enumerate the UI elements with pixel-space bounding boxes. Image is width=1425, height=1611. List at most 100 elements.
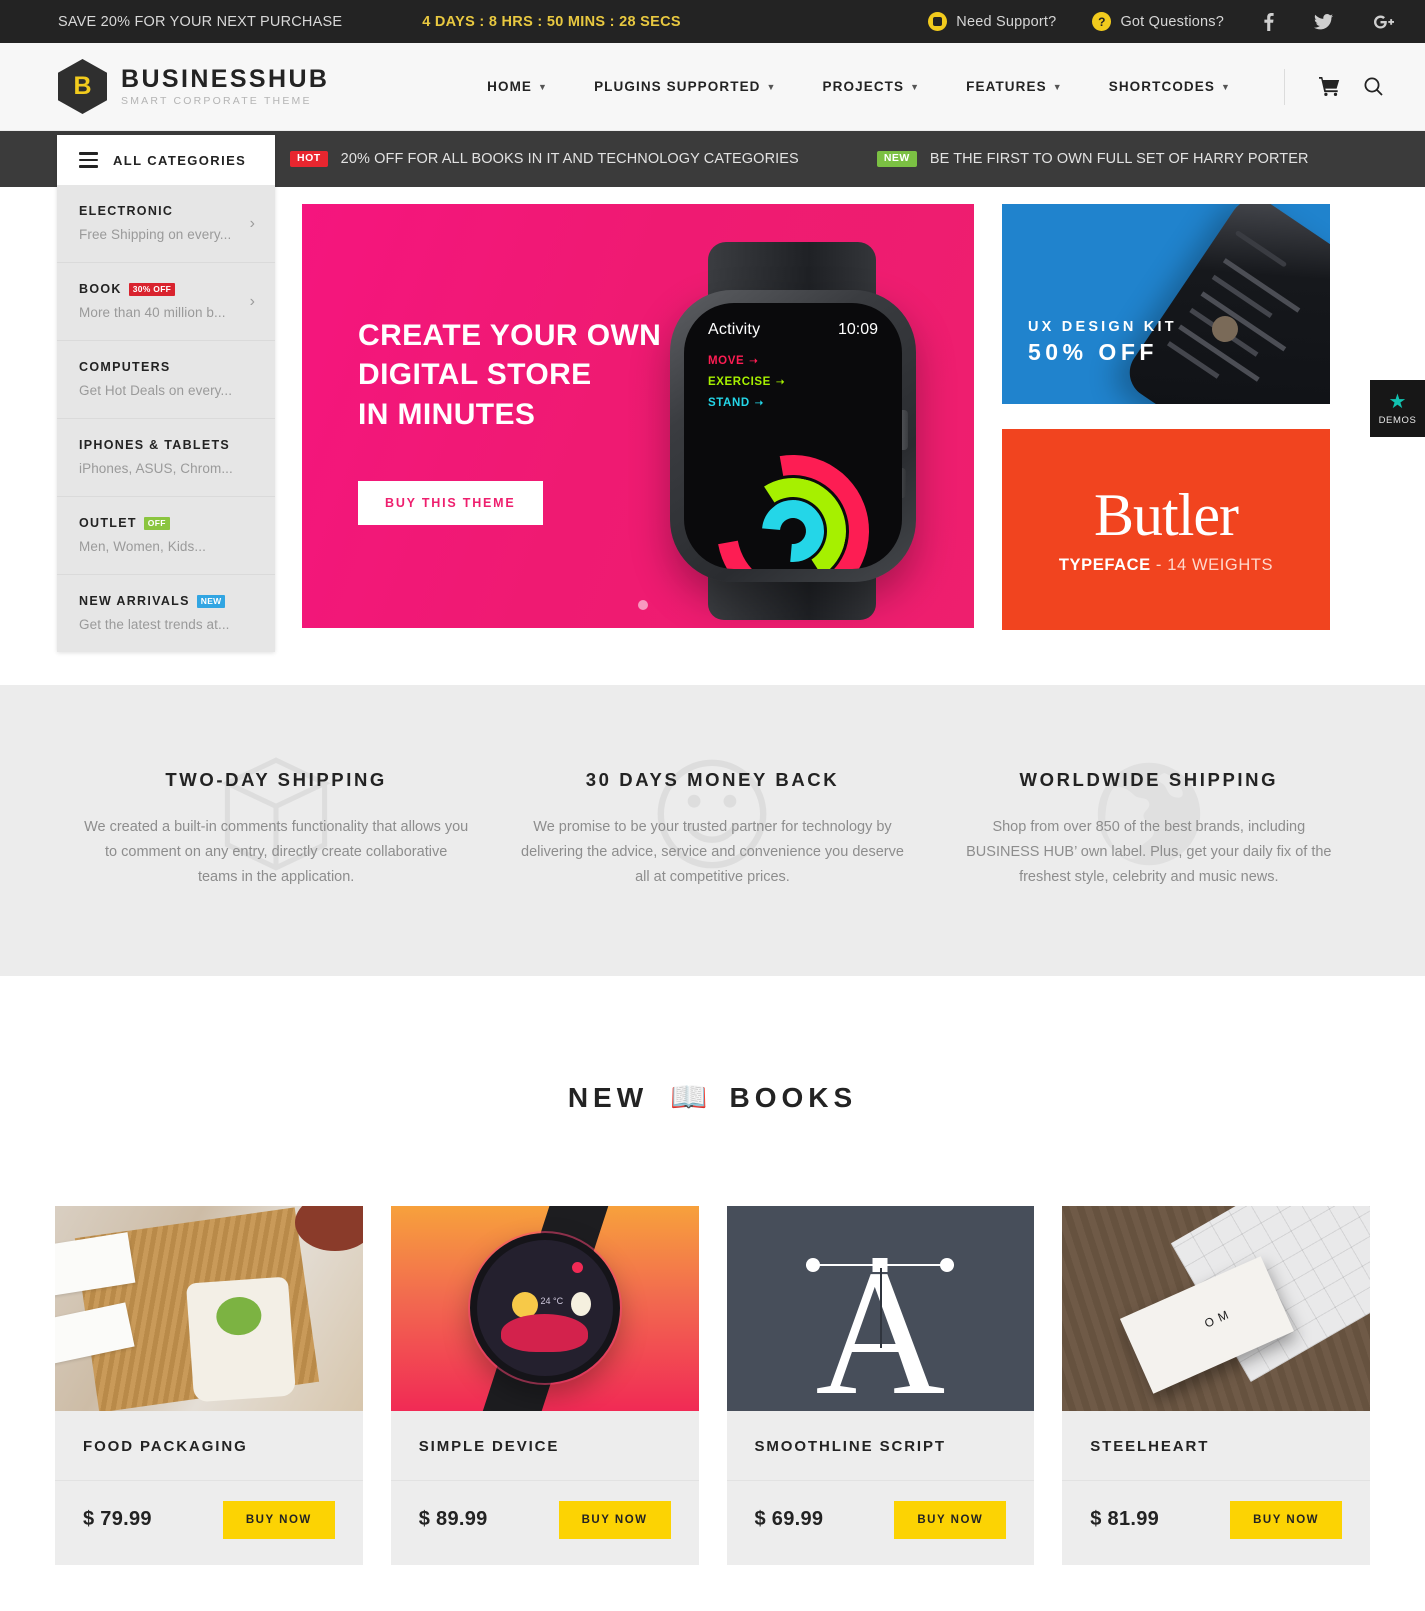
buy-now-button[interactable]: BUY NOW	[894, 1500, 1007, 1539]
all-categories-label: ALL CATEGORIES	[113, 152, 247, 168]
hero-text-block: CREATE YOUR OWN DIGITAL STORE IN MINUTES…	[358, 316, 661, 525]
nav-item-home[interactable]: HOME ▼	[487, 79, 548, 94]
demos-label: DEMOS	[1378, 414, 1417, 426]
category-badge: OFF	[143, 516, 170, 530]
all-categories-panel: ALL CATEGORIES ELECTRONIC Free Shipping …	[57, 135, 275, 652]
search-icon[interactable]	[1364, 77, 1383, 96]
all-categories-header[interactable]: ALL CATEGORIES	[57, 135, 275, 185]
ux-banner-text: UX DESIGN KIT 50% OFF	[1028, 319, 1177, 366]
watch-screen: Activity 10:09 MOVE ➝ EXERCISE ➝ STAND ➝	[684, 303, 902, 569]
product-footer: $ 69.99 BUY NOW	[726, 1479, 1035, 1565]
product-card-smoothline-script[interactable]: A SMOOTHLINE SCRIPT $ 69.99 BUY NOW	[726, 1205, 1035, 1565]
nav-item-shortcodes[interactable]: SHORTCODES ▼	[1109, 79, 1231, 94]
category-item-computers[interactable]: COMPUTERS Get Hot Deals on every...	[57, 341, 275, 419]
category-title-text: OUTLET	[79, 516, 137, 530]
promo-text: BE THE FIRST TO OWN FULL SET OF HARRY PO…	[929, 151, 1309, 167]
category-item-electronic[interactable]: ELECTRONIC Free Shipping on every... ›	[57, 185, 275, 263]
nav-label: HOME	[487, 79, 533, 94]
category-item-new-arrivals[interactable]: NEW ARRIVALS NEW Get the latest trends a…	[57, 575, 275, 652]
product-price: $ 79.99	[83, 1508, 152, 1531]
product-card-simple-device[interactable]: 24 °C SIMPLE DEVICE $ 89.99 BUY NOW	[390, 1205, 699, 1565]
butler-word: Butler	[1094, 481, 1239, 548]
cart-icon[interactable]	[1319, 77, 1340, 96]
category-item-iphones-tablets[interactable]: IPHONES & TABLETS iPhones, ASUS, Chrom..…	[57, 419, 275, 497]
hero-slider[interactable]: CREATE YOUR OWN DIGITAL STORE IN MINUTES…	[302, 204, 974, 628]
activity-rings	[687, 425, 899, 569]
logo[interactable]: B BUSINESSHUB SMART CORPORATE THEME	[58, 59, 329, 114]
category-title: OUTLET OFF	[79, 516, 253, 530]
product-footer: $ 81.99 BUY NOW	[1062, 1479, 1370, 1565]
buy-now-button[interactable]: BUY NOW	[558, 1500, 671, 1539]
product-title: STEELHEART	[1090, 1437, 1210, 1455]
got-questions-label: Got Questions?	[1120, 13, 1224, 30]
slider-dot[interactable]	[638, 600, 648, 610]
category-subtitle: Get Hot Deals on every...	[79, 383, 233, 398]
category-title: BOOK 30% OFF	[79, 282, 253, 296]
product-body: FOOD PACKAGING	[55, 1411, 363, 1480]
buy-now-button[interactable]: BUY NOW	[222, 1500, 335, 1539]
buy-now-button[interactable]: BUY NOW	[1230, 1500, 1342, 1539]
promo-new[interactable]: NEW BE THE FIRST TO OWN FULL SET OF HARR…	[876, 151, 1309, 167]
twitter-icon[interactable]	[1314, 13, 1333, 30]
watch-activity-label: Activity	[708, 321, 761, 338]
main-navigation: HOME ▼ PLUGINS SUPPORTED ▼ PROJECTS ▼ FE…	[464, 68, 1395, 105]
product-card-food-packaging[interactable]: FOOD PACKAGING $ 79.99 BUY NOW	[55, 1205, 363, 1565]
ux-design-kit-banner[interactable]: UX DESIGN KIT 50% OFF	[1002, 204, 1330, 404]
nav-item-plugins-supported[interactable]: PLUGINS SUPPORTED ▼	[594, 79, 776, 94]
feature-title: 30 DAYS MONEY BACK	[585, 769, 840, 790]
new-books-heading: NEW 📖 BOOKS	[0, 1082, 1425, 1114]
product-image	[55, 1205, 363, 1411]
hot-badge: HOT	[290, 151, 328, 167]
hexagon-logo-icon: B	[58, 59, 107, 114]
question-mark-icon: ?	[1092, 12, 1112, 31]
ux-banner-line1: UX DESIGN KIT	[1028, 319, 1177, 335]
need-support-label: Need Support?	[956, 13, 1057, 30]
chevron-right-icon: ›	[249, 214, 255, 232]
nav-item-projects[interactable]: PROJECTS ▼	[823, 79, 921, 94]
promo-hot[interactable]: HOT 20% OFF FOR ALL BOOKS IN IT AND TECH…	[290, 151, 799, 167]
category-subtitle: Get the latest trends at...	[79, 617, 230, 632]
category-subtitle: iPhones, ASUS, Chrom...	[79, 461, 233, 476]
google-plus-icon[interactable]	[1373, 14, 1395, 30]
category-item-book[interactable]: BOOK 30% OFF More than 40 million b... ›	[57, 263, 275, 341]
product-title: SMOOTHLINE SCRIPT	[754, 1437, 946, 1455]
buy-this-theme-button[interactable]: BUY THIS THEME	[358, 480, 543, 525]
demos-tab[interactable]: ★ DEMOS	[1370, 380, 1425, 437]
hero-headline: CREATE YOUR OWN DIGITAL STORE IN MINUTES	[358, 316, 661, 434]
product-body: SMOOTHLINE SCRIPT	[727, 1411, 1035, 1480]
category-item-outlet[interactable]: OUTLET OFF Men, Women, Kids...	[57, 497, 275, 575]
site-header: B BUSINESSHUB SMART CORPORATE THEME HOME…	[0, 43, 1425, 131]
feature-text: We created a built-in comments functiona…	[84, 819, 469, 885]
typography-artwork: A	[726, 1205, 1035, 1411]
watch-stand-label: STAND ➝	[708, 397, 764, 409]
product-card-steelheart[interactable]: O M STEELHEART $ 81.99 BUY NOW	[1062, 1205, 1370, 1565]
product-price: $ 89.99	[418, 1508, 488, 1531]
nav-label: FEATURES	[966, 79, 1047, 94]
smartwatch-artwork: 24 °C	[390, 1205, 699, 1411]
category-title-text: COMPUTERS	[79, 360, 171, 374]
facebook-icon[interactable]	[1264, 12, 1274, 31]
butler-subtitle: TYPEFACE - 14 WEIGHTS	[1059, 556, 1273, 575]
watch-body: Activity 10:09 MOVE ➝ EXERCISE ➝ STAND ➝	[670, 290, 916, 582]
hero-headline-line2: DIGITAL STORE	[358, 358, 592, 392]
got-questions-link[interactable]: ? Got Questions?	[1092, 12, 1224, 31]
chevron-down-icon: ▼	[766, 81, 777, 92]
chevron-down-icon: ▼	[1220, 81, 1231, 92]
watch-move-text: MOVE	[708, 355, 745, 367]
category-strip-wrapper: HOT 20% OFF FOR ALL BOOKS IN IT AND TECH…	[0, 131, 1425, 652]
watch-time: 10:09	[837, 321, 878, 338]
watch-exercise-label: EXERCISE ➝	[708, 376, 785, 388]
section-title-right: BOOKS	[729, 1081, 858, 1113]
new-badge: NEW	[876, 151, 917, 167]
chevron-down-icon: ▼	[910, 81, 921, 92]
category-title-text: IPHONES & TABLETS	[79, 438, 231, 452]
watch-stand-text: STAND	[708, 397, 750, 409]
nav-item-features[interactable]: FEATURES ▼	[966, 79, 1063, 94]
need-support-link[interactable]: Need Support?	[928, 12, 1056, 31]
brand-name: BUSINESSHUB	[121, 64, 330, 93]
nav-label: PROJECTS	[822, 79, 905, 94]
butler-typeface-banner[interactable]: Butler TYPEFACE - 14 WEIGHTS	[1002, 429, 1330, 630]
category-title-text: NEW ARRIVALS	[79, 594, 190, 608]
nav-divider	[1284, 68, 1285, 105]
hero-headline-line3: IN MINUTES	[358, 397, 536, 431]
